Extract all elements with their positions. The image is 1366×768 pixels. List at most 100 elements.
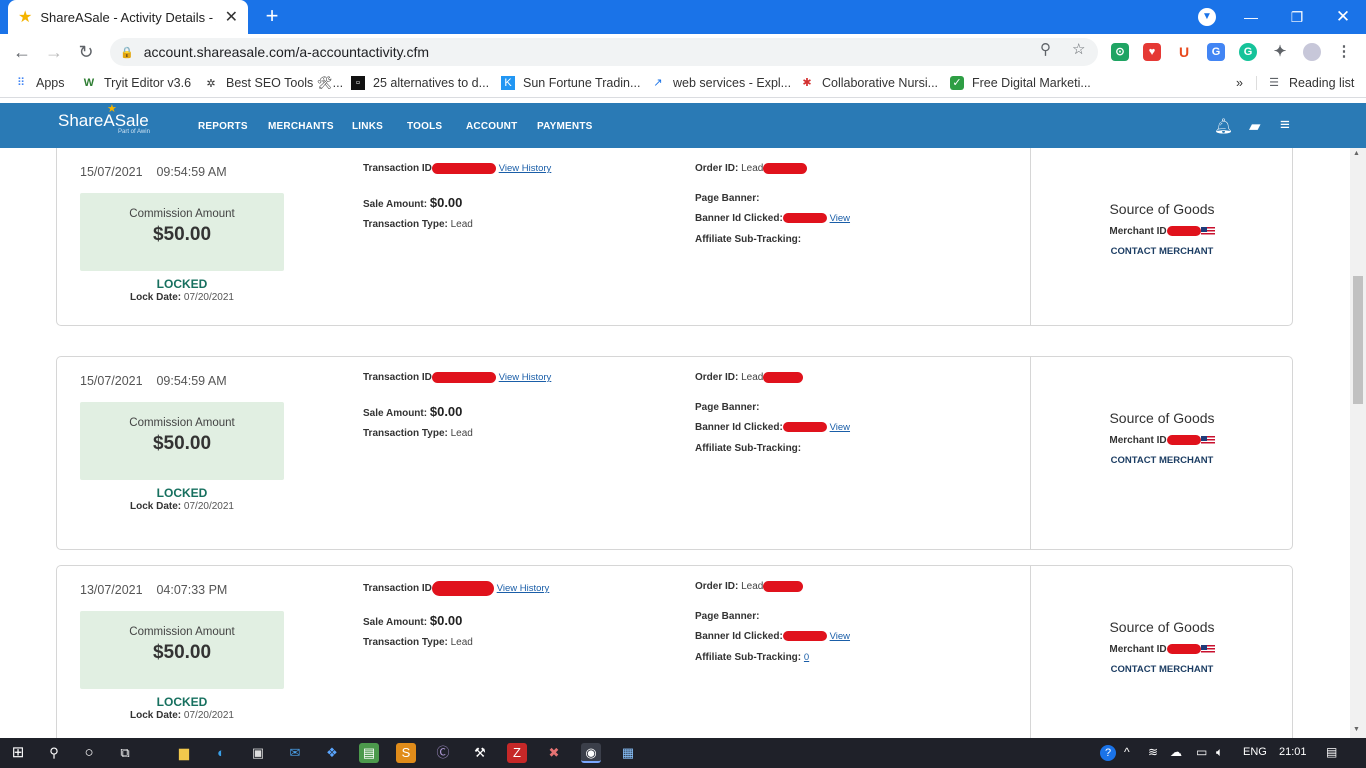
notifications-icon[interactable]: ▤ [1326,745,1337,759]
bookmark-item[interactable]: W Tryit Editor v3.6 [82,76,191,90]
back-icon[interactable]: ← [10,40,34,64]
help-icon[interactable]: ? [1100,745,1116,761]
battery-icon[interactable]: ▭ [1196,745,1207,759]
chrome-icon[interactable]: ◉ [581,743,601,763]
mail-icon[interactable]: ✉ [285,743,305,763]
volume-icon[interactable]: 🔈︎ [1216,745,1223,760]
extension-u-icon[interactable]: U [1175,43,1193,61]
bell-icon[interactable]: 🔔︎ [1214,117,1233,135]
zoom-icon[interactable]: ⚲ [1040,40,1051,58]
restore-icon[interactable]: ❐ [1274,0,1320,34]
app-c-icon[interactable]: Ⓒ [433,743,453,763]
nav-payments[interactable]: PAYMENTS [537,121,593,132]
app-icon[interactable]: ▤ [359,743,379,763]
lock-date: Lock Date: 07/20/2021 [130,710,234,721]
banner-id: Banner Id Clicked: View [695,631,851,642]
merchant-id: Merchant ID [1031,226,1293,237]
redaction-mark [763,372,804,383]
dropbox-icon[interactable]: ❖ [322,743,342,763]
nav-tools[interactable]: TOOLS [407,121,442,132]
bookmark-apps[interactable]: ⠿ Apps [14,76,65,90]
bookmark-item[interactable]: ▫ 25 alternatives to d... [351,76,489,90]
extensions-puzzle-icon[interactable]: ✦ [1271,43,1289,61]
tool-icon[interactable]: ⚒ [470,743,490,763]
sublime-icon[interactable]: S [396,743,416,763]
address-bar[interactable]: 🔒 account.shareasale.com/a-accountactivi… [110,38,1098,66]
close-window-icon[interactable]: ✕ [1320,0,1366,34]
nav-links[interactable]: LINKS [352,121,383,132]
scroll-up-icon[interactable]: ▲ [1353,150,1360,157]
scroll-thumb[interactable] [1353,276,1363,404]
view-banner-link[interactable]: View [830,213,850,224]
nav-reports[interactable]: REPORTS [198,121,248,132]
filezilla-icon[interactable]: Z [507,743,527,763]
bookmark-item[interactable]: ✲ Best SEO Tools 🛠... [204,76,343,91]
bookmark-item[interactable]: K Sun Fortune Tradin... [501,76,640,90]
commission-label: Commission Amount [129,208,235,220]
app-x-icon[interactable]: ✖ [544,743,564,763]
grammarly-icon[interactable]: G [1239,43,1257,61]
reading-list-button[interactable]: ☰ Reading list [1256,76,1354,90]
notepad-icon[interactable]: ▦ [618,743,638,763]
tray-chevron-icon[interactable]: ^ [1124,745,1130,759]
cloud-icon[interactable]: ☁ [1170,745,1182,759]
browser-menu-icon[interactable]: ⋮ [1335,43,1353,61]
tab-title: ShareASale - Activity Details - Affi [40,9,217,25]
order-id: Order ID: Lead [695,163,808,174]
translate-icon[interactable]: G [1207,43,1225,61]
close-tab-icon[interactable]: ✕ [225,7,238,27]
clock[interactable]: 21:01 [1279,746,1307,758]
transaction-datetime: 15/07/2021 09:54:59 AM [80,165,227,179]
site-logo[interactable]: ShareASale [58,111,149,131]
wifi-icon[interactable]: ≋ [1148,745,1158,759]
w3schools-icon: W [83,77,95,89]
redaction-mark [1166,435,1201,446]
bookmark-item[interactable]: ✱ Collaborative Nursi... [800,76,938,90]
view-banner-link[interactable]: View [830,422,850,433]
windows-start-icon[interactable]: ⊞ [8,743,28,763]
browser-titlebar: ★ ShareASale - Activity Details - Affi ✕… [0,0,1366,34]
edge-icon[interactable]: ◐ [211,743,231,763]
store-icon[interactable]: ▣ [248,743,268,763]
view-history-link[interactable]: View History [497,583,550,594]
contact-merchant-link[interactable]: CONTACT MERCHANT [1031,455,1293,466]
search-icon[interactable]: ⚲ [44,743,64,763]
apps-grid-icon: ⠿ [16,77,26,89]
forward-icon[interactable]: → [42,40,66,64]
affiliate-sub-tracking: Affiliate Sub-Tracking: [695,443,802,454]
scroll-down-icon[interactable]: ▼ [1353,726,1360,733]
page-scrollbar[interactable]: ▲ ▼ [1350,148,1366,738]
bookmark-item[interactable]: ✓ Free Digital Marketi... [950,76,1091,90]
cortana-icon[interactable]: ○ [79,743,99,763]
view-banner-link[interactable]: View [830,631,850,642]
nav-merchants[interactable]: MERCHANTS [268,121,334,132]
language-indicator[interactable]: ENG [1243,746,1267,758]
new-tab-button[interactable]: + [260,3,284,29]
folder-icon[interactable]: ▰ [1249,117,1261,135]
profile-avatar[interactable] [1303,43,1321,61]
file-explorer-icon[interactable]: ▆ [174,743,194,763]
task-view-icon[interactable]: ⧉ [115,743,135,763]
view-history-link[interactable]: View History [499,372,552,383]
contact-merchant-link[interactable]: CONTACT MERCHANT [1031,664,1293,675]
extension-icon[interactable]: ♥ [1143,43,1161,61]
browser-tab[interactable]: ★ ShareASale - Activity Details - Affi ✕ [8,0,248,34]
redaction-mark [763,163,808,174]
more-bookmarks-button[interactable]: » [1236,76,1243,90]
commission-box: Commission Amount $50.00 [80,611,284,689]
view-history-link[interactable]: View History [499,163,552,174]
tab-search-icon[interactable]: ▼ [1198,8,1216,26]
bookmark-star-icon[interactable]: ☆ [1072,40,1085,58]
us-flag-icon [1200,226,1215,236]
bookmark-item[interactable]: ↗ web services - Expl... [651,76,791,90]
hamburger-menu-icon[interactable]: ≡ [1280,115,1290,135]
locked-status: LOCKED [156,695,208,709]
nav-account[interactable]: ACCOUNT [466,121,517,132]
bookmarks-bar: ⠿ Apps W Tryit Editor v3.6 ✲ Best SEO Tools… [0,70,1366,98]
minimize-icon[interactable]: — [1228,0,1274,34]
extension-icon[interactable]: ⊙ [1111,43,1129,61]
reload-icon[interactable]: ↻ [74,40,98,64]
url-text: account.shareasale.com/a-accountactivity… [143,44,430,60]
contact-merchant-link[interactable]: CONTACT MERCHANT [1031,246,1293,257]
order-id: Order ID: Lead [695,372,804,383]
